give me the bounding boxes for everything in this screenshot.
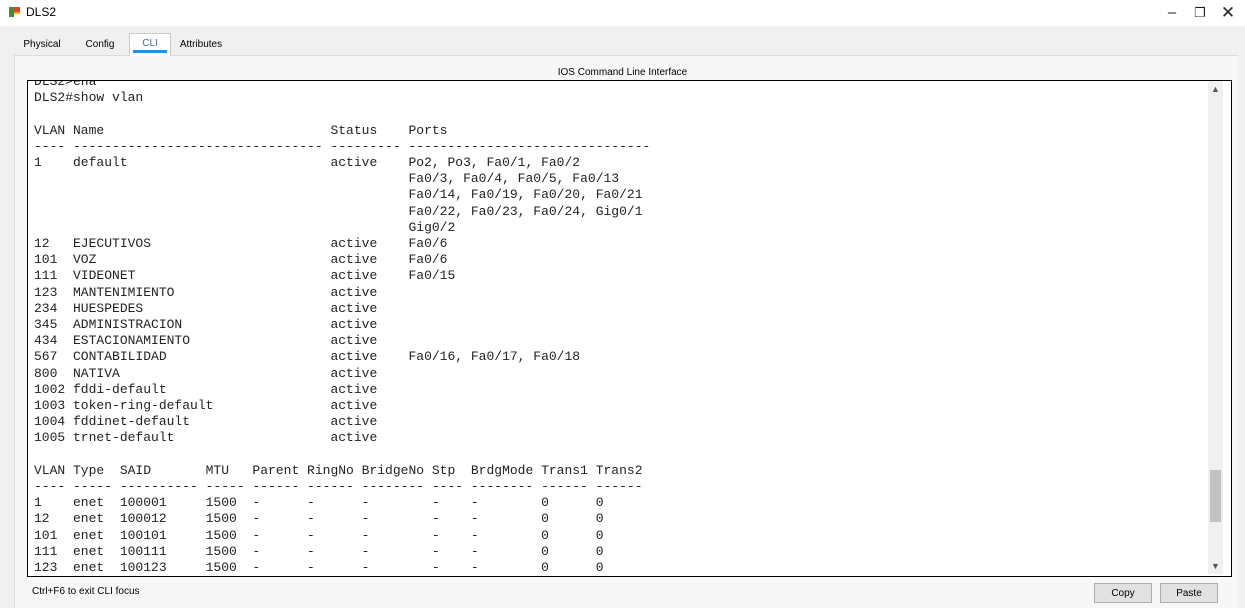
cli-line: 434 ESTACIONAMIENTO active: [34, 333, 378, 349]
scroll-down-arrow-icon[interactable]: ▼: [1208, 560, 1223, 572]
cli-header: IOS Command Line Interface: [557, 67, 688, 78]
close-button[interactable]: ✕: [1209, 0, 1245, 26]
tab-attributes-label: Attributes: [179, 39, 223, 50]
cli-line: 111 VIDEONET active Fa0/15: [34, 268, 456, 284]
tab-config[interactable]: Config: [75, 35, 125, 55]
cli-line: Gig0/2: [34, 219, 456, 235]
cli-line: 123 enet 100123 1500 - - - - - 0 0: [34, 560, 604, 576]
cli-line: 1005 trnet-default active: [34, 430, 378, 446]
cli-line: 1002 fddi-default active: [34, 381, 378, 397]
terminal-scrollbar[interactable]: ▲ ▼: [1208, 81, 1223, 574]
tab-cli-label: CLI: [142, 38, 158, 49]
cli-line: Fa0/3, Fa0/4, Fa0/5, Fa0/13: [34, 171, 620, 187]
tab-config-label: Config: [85, 39, 115, 50]
title-bar: DLS2 – ❐ ✕: [0, 0, 1245, 26]
cli-line: 1003 token-ring-default active: [34, 398, 378, 414]
copy-button[interactable]: Copy: [1094, 583, 1152, 603]
cli-line: 1 enet 100001 1500 - - - - - 0 0: [34, 495, 604, 511]
tab-physical-label: Physical: [23, 39, 61, 50]
cli-line: 111 enet 100111 1500 - - - - - 0 0: [34, 543, 604, 559]
cli-line: 12 enet 100012 1500 - - - - - 0 0: [34, 511, 604, 527]
cli-line: DLS2#show vlan: [34, 90, 144, 106]
cli-line: 123 MANTENIMIENTO active: [34, 284, 378, 300]
tab-cli[interactable]: CLI: [129, 33, 171, 56]
cli-line: ---- ----- ---------- ----- ------ -----…: [34, 479, 643, 495]
cli-terminal[interactable]: DLS2>ena DLS2#show vlan VLAN Name Status…: [27, 80, 1232, 577]
cli-line: 800 NATIVA active: [34, 365, 378, 381]
scroll-thumb[interactable]: [1210, 470, 1221, 522]
cli-line: 1004 fddinet-default active: [34, 414, 378, 430]
cli-line: 345 ADMINISTRACION active: [34, 317, 378, 333]
window-title: DLS2: [26, 5, 57, 19]
scroll-up-arrow-icon[interactable]: ▲: [1208, 83, 1223, 95]
cli-line: 101 enet 100101 1500 - - - - - 0 0: [34, 527, 604, 543]
tab-attributes[interactable]: Attributes: [172, 35, 230, 55]
cli-line: DLS2>ena: [34, 80, 97, 89]
cli-line: VLAN Type SAID MTU Parent RingNo BridgeN…: [34, 462, 643, 478]
cli-line: 1 default active Po2, Po3, Fa0/1, Fa0/2: [34, 155, 581, 171]
cli-line: 101 VOZ active Fa0/6: [34, 252, 448, 268]
cli-line: 234 HUESPEDES active: [34, 300, 378, 316]
cli-line: Fa0/22, Fa0/23, Fa0/24, Gig0/1: [34, 203, 643, 219]
cli-focus-hint: Ctrl+F6 to exit CLI focus: [32, 586, 140, 597]
cli-line: ---- -------------------------------- --…: [34, 138, 651, 154]
paste-button[interactable]: Paste: [1160, 583, 1218, 603]
cli-line: 567 CONTABILIDAD active Fa0/16, Fa0/17, …: [34, 349, 581, 365]
packet-tracer-device-icon: [9, 7, 20, 17]
cli-line: 12 EJECUTIVOS active Fa0/6: [34, 236, 448, 252]
active-tab-indicator: [133, 50, 167, 53]
tab-physical[interactable]: Physical: [15, 35, 69, 55]
cli-line: VLAN Name Status Ports: [34, 122, 448, 138]
cli-output: DLS2>ena DLS2#show vlan VLAN Name Status…: [34, 80, 651, 576]
cli-line: Fa0/14, Fa0/19, Fa0/20, Fa0/21: [34, 187, 643, 203]
